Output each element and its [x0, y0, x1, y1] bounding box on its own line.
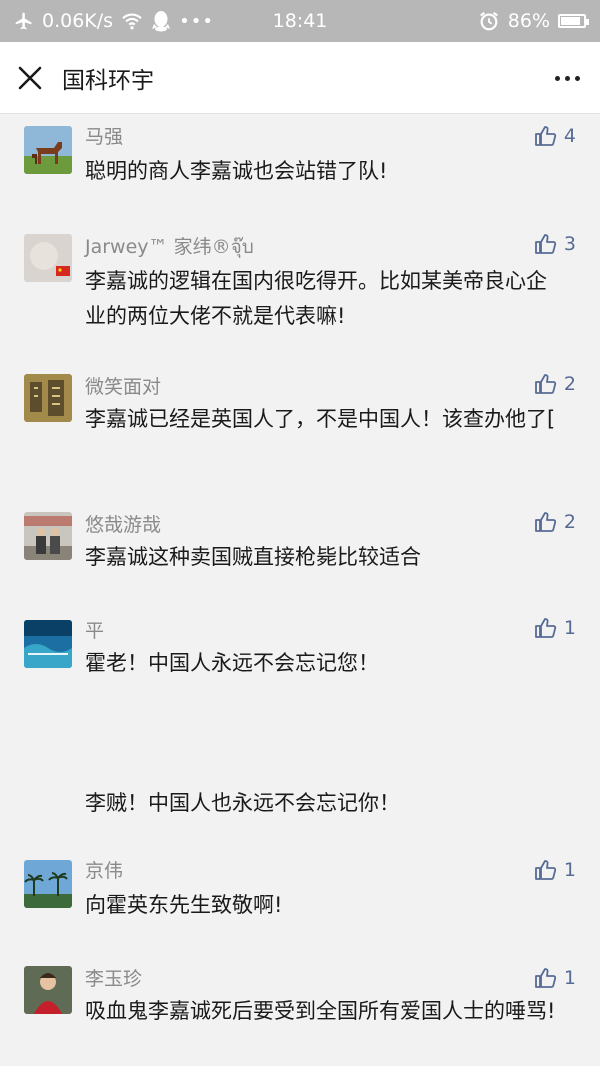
comment-text: 聪明的商人李嘉诚也会站错了队! [85, 159, 388, 183]
thumbs-up-icon [535, 860, 557, 880]
comment-item: 李玉珍 吸血鬼李嘉诚死后要受到全国所有爱国人士的唾骂! 1 [0, 960, 600, 1066]
alarm-icon [479, 11, 498, 31]
more-menu-button[interactable] [550, 42, 580, 114]
avatar[interactable] [24, 126, 72, 174]
comment-author[interactable]: 微笑面对 [85, 372, 161, 399]
thumbs-up-icon [535, 512, 557, 532]
page-title: 国科环宇 [62, 68, 154, 94]
like-button[interactable]: 2 [534, 372, 576, 396]
comment-text: 向霍英东先生致敬啊! [85, 893, 283, 917]
like-button[interactable]: 1 [534, 966, 576, 990]
more-dot [565, 75, 570, 81]
like-count: 2 [563, 373, 576, 395]
like-count: 1 [563, 859, 576, 881]
avatar[interactable] [24, 620, 72, 668]
comment-author[interactable]: 悠哉游哉 [85, 510, 161, 537]
avatar[interactable] [24, 966, 72, 1014]
comment-author[interactable]: 马强 [85, 122, 123, 149]
status-bar: 0.06K/s ••• 18:41 86% [0, 0, 600, 42]
battery-icon [558, 14, 589, 28]
like-button[interactable]: 1 [534, 858, 576, 882]
more-dot [575, 75, 580, 81]
thumbs-up-icon [535, 126, 557, 146]
comment-item: 悠哉游哉 李嘉诚这种卖国贼直接枪毙比较适合 2 [0, 502, 600, 608]
comment-text: 李嘉诚的逻辑在国内很吃得开。比如某美帝良心企业的两位大佬不就是代表嘛! [85, 269, 547, 328]
close-icon[interactable] [16, 64, 44, 92]
comment-author[interactable]: 李玉珍 [85, 964, 142, 991]
comment-author[interactable]: 平 [85, 616, 104, 643]
avatar[interactable] [24, 374, 72, 422]
like-button[interactable]: 2 [534, 510, 576, 534]
comment-item: 平 霍老！中国人永远不会忘记您！ 李贼！中国人也永远不会忘记你！ 1 [0, 608, 600, 852]
comment-author[interactable]: 京伟 [85, 856, 123, 883]
status-time: 18:41 [272, 10, 328, 32]
comment-author[interactable]: Jarwey™ 家纬®จุ๊บ [85, 232, 254, 262]
like-button[interactable]: 3 [534, 232, 576, 256]
more-dot [555, 75, 560, 81]
thumbs-up-icon [535, 618, 557, 638]
like-count: 4 [563, 125, 576, 147]
avatar[interactable] [24, 860, 72, 908]
like-count: 3 [563, 233, 576, 255]
avatar[interactable] [24, 512, 72, 560]
comment-item: 京伟 向霍英东先生致敬啊! 1 [0, 852, 600, 960]
status-right: 86% [478, 0, 589, 42]
comment-text: 吸血鬼李嘉诚死后要受到全国所有爱国人士的唾骂! [85, 999, 556, 1023]
like-button[interactable]: 1 [534, 616, 576, 640]
comment-item: 微笑面对 李嘉诚已经是英国人了，不是中国人！该查办他了[ 2 [0, 364, 600, 502]
comment-item: Jarwey™ 家纬®จุ๊บ 李嘉诚的逻辑在国内很吃得开。比如某美帝良心企业的… [0, 224, 600, 364]
thumbs-up-icon [535, 968, 557, 988]
avatar[interactable] [24, 234, 72, 282]
comment-item: 马强 聪明的商人李嘉诚也会站错了队! 4 [0, 114, 600, 224]
like-button[interactable]: 4 [534, 124, 576, 148]
comment-text: 霍老！中国人永远不会忘记您！ 李贼！中国人也永远不会忘记你！ [85, 651, 400, 815]
comment-list: 马强 聪明的商人李嘉诚也会站错了队! 4 Jarwey™ 家纬®จุ๊บ 李嘉诚… [0, 114, 600, 1066]
like-count: 2 [563, 511, 576, 533]
nav-bar: 国科环宇 [0, 42, 600, 114]
thumbs-up-icon [535, 234, 557, 254]
battery-percent: 86% [507, 10, 550, 32]
comment-text: 李嘉诚这种卖国贼直接枪毙比较适合 [85, 545, 421, 569]
like-count: 1 [563, 617, 576, 639]
like-count: 1 [563, 967, 576, 989]
comment-text: 李嘉诚已经是英国人了，不是中国人！该查办他了[ [85, 407, 556, 431]
thumbs-up-icon [535, 374, 557, 394]
